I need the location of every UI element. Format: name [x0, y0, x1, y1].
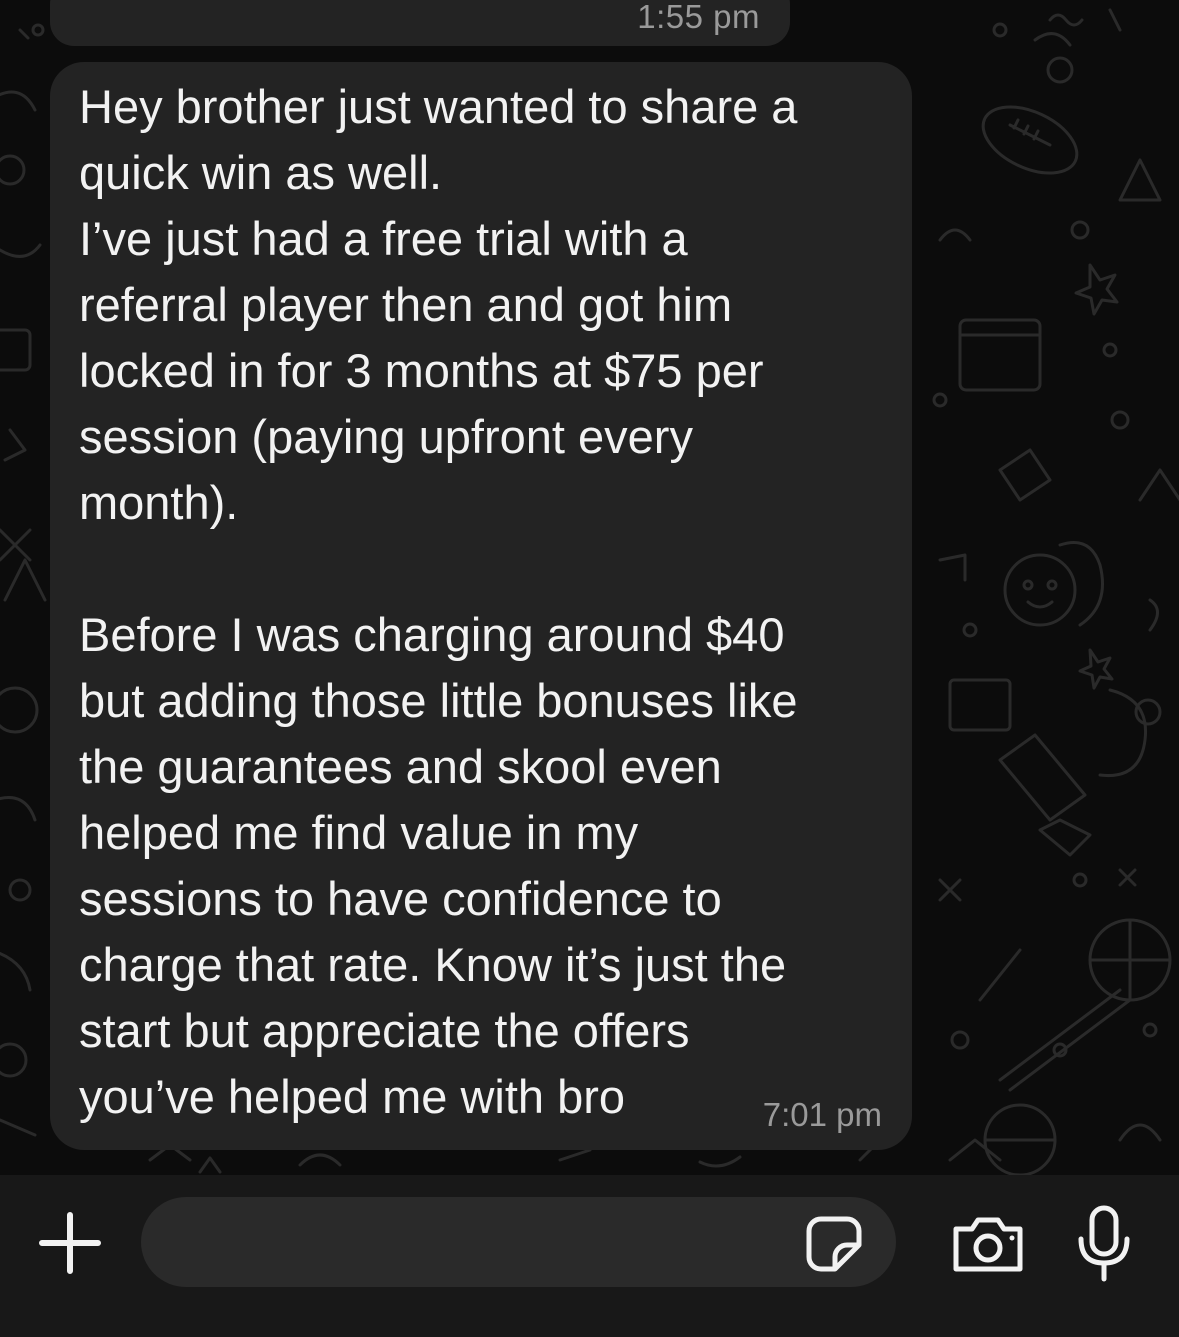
camera-icon — [953, 1217, 1023, 1272]
message-timestamp: 1:55 pm — [637, 0, 760, 35]
message-bubble[interactable]: Hey brother just wanted to share a quick… — [50, 62, 912, 1150]
composer-bar — [0, 1175, 1179, 1337]
camera-button[interactable] — [950, 1215, 1026, 1275]
message-text: Hey brother just wanted to share a quick… — [79, 80, 798, 1123]
chat-area[interactable]: 1:55 pm Hey brother just wanted to share… — [0, 0, 1179, 1175]
message-input[interactable] — [141, 1197, 896, 1287]
sticker-icon — [806, 1216, 862, 1272]
attach-button[interactable] — [38, 1211, 102, 1275]
message-timestamp: 7:01 pm — [762, 1096, 882, 1133]
plus-icon — [39, 1212, 101, 1274]
microphone-icon — [1078, 1205, 1130, 1282]
voice-message-button[interactable] — [1076, 1205, 1132, 1283]
previous-message-bubble[interactable]: 1:55 pm — [50, 0, 790, 46]
sticker-button[interactable] — [805, 1215, 863, 1273]
